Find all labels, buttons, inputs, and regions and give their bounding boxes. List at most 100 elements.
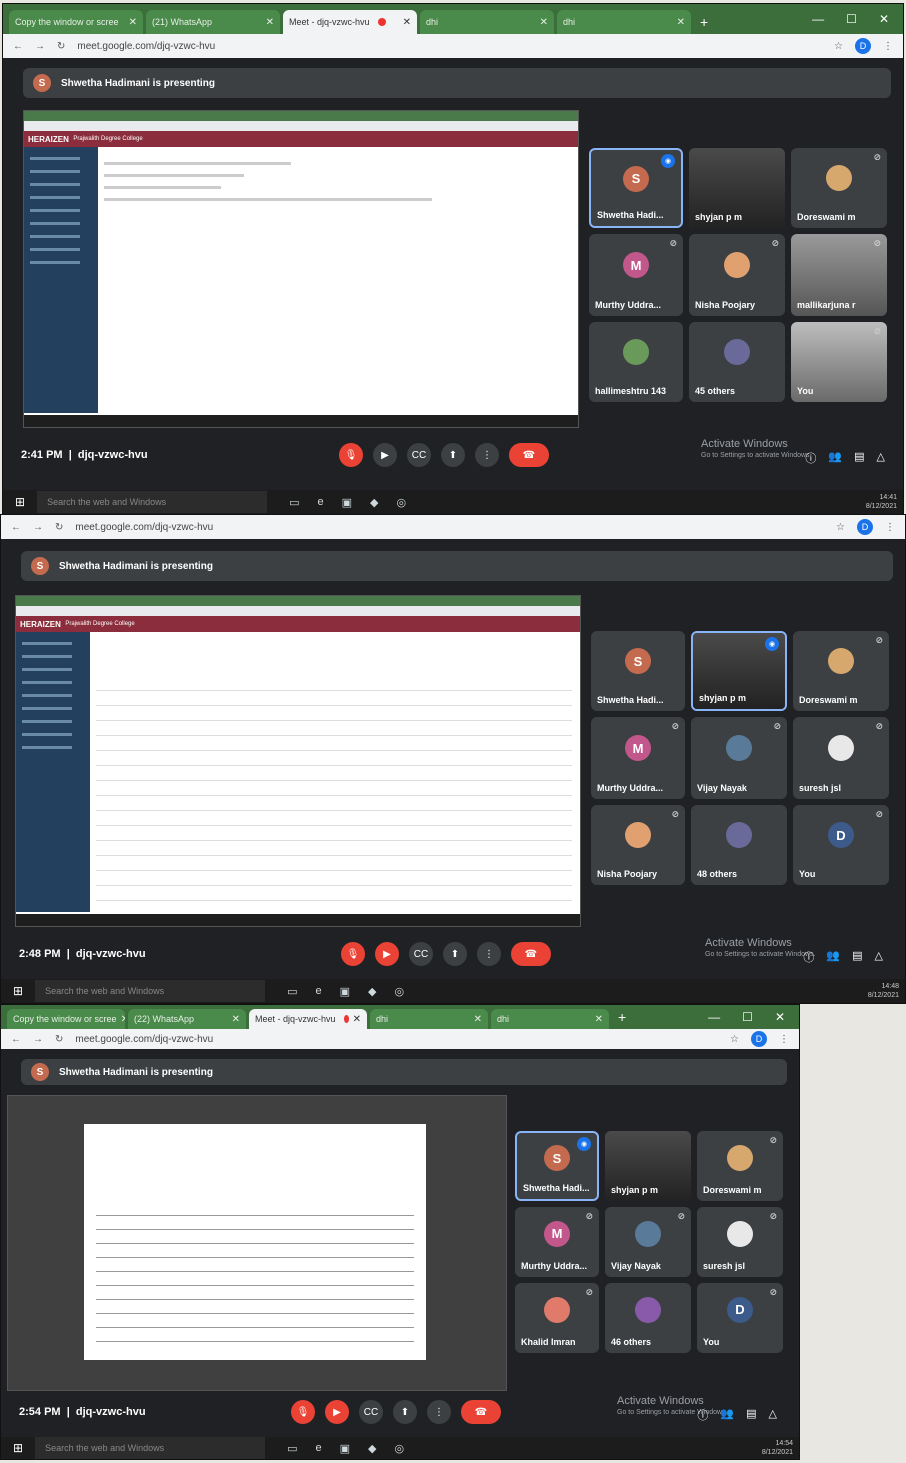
close-icon[interactable]: ✕ bbox=[129, 17, 137, 28]
back-icon[interactable]: ← bbox=[11, 1034, 21, 1045]
minimize-icon[interactable]: — bbox=[812, 12, 824, 26]
people-icon[interactable]: 👥 bbox=[826, 949, 840, 965]
close-icon[interactable]: ✕ bbox=[403, 17, 411, 28]
edge-icon[interactable]: e bbox=[315, 1442, 321, 1455]
chat-icon[interactable]: ▤ bbox=[852, 949, 862, 965]
minimize-icon[interactable]: — bbox=[708, 1010, 720, 1024]
store-icon[interactable]: ▣ bbox=[342, 496, 352, 509]
participant-tile[interactable]: ⊘ Nisha Poojary bbox=[689, 234, 785, 316]
participant-tile[interactable]: ⊘ You bbox=[791, 322, 887, 402]
browser-tab[interactable]: (21) WhatsApp ✕ bbox=[146, 10, 280, 34]
activities-icon[interactable]: △ bbox=[769, 1407, 777, 1423]
captions-button[interactable]: CC bbox=[409, 942, 433, 966]
star-icon[interactable]: ☆ bbox=[834, 41, 843, 52]
participant-tile[interactable]: hallimeshtru 143 bbox=[589, 322, 683, 402]
close-icon[interactable]: ✕ bbox=[595, 1014, 603, 1025]
menu-icon[interactable]: ⋮ bbox=[885, 522, 895, 533]
close-icon[interactable]: ✕ bbox=[353, 1014, 361, 1025]
windows-icon[interactable]: ⊞ bbox=[13, 984, 23, 998]
browser-tab-active[interactable]: Meet - djq-vzwc-hvu ✕ bbox=[249, 1009, 367, 1029]
profile-icon[interactable]: D bbox=[855, 38, 871, 54]
back-icon[interactable]: ← bbox=[11, 522, 21, 533]
participant-tile[interactable]: ⊘ Nisha Poojary bbox=[591, 805, 685, 885]
windows-icon[interactable]: ⊞ bbox=[13, 1441, 23, 1455]
edge-icon[interactable]: e bbox=[317, 496, 323, 509]
participant-tile[interactable]: ◉ shyjan p m bbox=[691, 631, 787, 711]
participant-tile[interactable]: S Shwetha Hadi... bbox=[591, 631, 685, 711]
info-icon[interactable]: ⓘ bbox=[803, 949, 814, 965]
present-button[interactable]: ⬆ bbox=[441, 443, 465, 467]
chrome-icon[interactable]: ◎ bbox=[394, 1442, 404, 1455]
info-icon[interactable]: ⓘ bbox=[697, 1407, 708, 1423]
browser-tab[interactable]: dhi ✕ bbox=[370, 1009, 488, 1029]
reload-icon[interactable]: ↻ bbox=[55, 522, 63, 533]
task-view-icon[interactable]: ▭ bbox=[289, 496, 299, 509]
chat-icon[interactable]: ▤ bbox=[854, 450, 864, 466]
new-tab-icon[interactable]: + bbox=[618, 1009, 626, 1025]
menu-icon[interactable]: ⋮ bbox=[779, 1034, 789, 1045]
taskbar-search[interactable]: Search the web and Windows bbox=[37, 491, 268, 513]
close-icon[interactable]: ✕ bbox=[266, 17, 274, 28]
participant-tile[interactable]: 45 others bbox=[689, 322, 785, 402]
taskbar-search[interactable]: Search the web and Windows bbox=[35, 1437, 266, 1459]
mic-button[interactable]: 🎙 bbox=[291, 1400, 315, 1424]
forward-icon[interactable]: → bbox=[33, 522, 43, 533]
end-call-button[interactable]: ☎ bbox=[511, 942, 551, 966]
profile-icon[interactable]: D bbox=[751, 1031, 767, 1047]
present-button[interactable]: ⬆ bbox=[443, 942, 467, 966]
participant-tile[interactable]: ⊘ mallikarjuna r bbox=[791, 234, 887, 316]
people-icon[interactable]: 👥 bbox=[828, 450, 842, 466]
profile-icon[interactable]: D bbox=[857, 519, 873, 535]
close-window-icon[interactable]: ✕ bbox=[775, 1010, 785, 1024]
chrome-icon[interactable]: ◎ bbox=[394, 985, 404, 998]
participant-tile[interactable]: S ◉ Shwetha Hadi... bbox=[515, 1131, 599, 1201]
browser-tab[interactable]: dhi ✕ bbox=[420, 10, 554, 34]
participant-tile[interactable]: D ⊘ You bbox=[697, 1283, 783, 1353]
maximize-icon[interactable]: ☐ bbox=[846, 12, 857, 26]
app-icon[interactable]: ◆ bbox=[368, 985, 376, 998]
store-icon[interactable]: ▣ bbox=[340, 985, 350, 998]
participant-tile[interactable]: M ⊘ Murthy Uddra... bbox=[515, 1207, 599, 1277]
captions-button[interactable]: CC bbox=[407, 443, 431, 467]
mic-button[interactable]: 🎙 bbox=[339, 443, 363, 467]
browser-tab[interactable]: dhi ✕ bbox=[491, 1009, 609, 1029]
participant-tile[interactable]: S ◉ Shwetha Hadi... bbox=[589, 148, 683, 228]
participant-tile[interactable]: ⊘ Khalid Imran bbox=[515, 1283, 599, 1353]
people-icon[interactable]: 👥 bbox=[720, 1407, 734, 1423]
present-button[interactable]: ⬆ bbox=[393, 1400, 417, 1424]
chrome-icon[interactable]: ◎ bbox=[396, 496, 406, 509]
taskbar-search[interactable]: Search the web and Windows bbox=[35, 980, 266, 1002]
browser-tab[interactable]: dhi ✕ bbox=[557, 10, 691, 34]
chat-icon[interactable]: ▤ bbox=[746, 1407, 756, 1423]
camera-off-button[interactable]: ▶ bbox=[325, 1400, 349, 1424]
star-icon[interactable]: ☆ bbox=[730, 1034, 739, 1045]
close-icon[interactable]: ✕ bbox=[677, 17, 685, 28]
close-icon[interactable]: ✕ bbox=[474, 1014, 482, 1025]
task-view-icon[interactable]: ▭ bbox=[287, 1442, 297, 1455]
participant-tile[interactable]: M ⊘ Murthy Uddra... bbox=[589, 234, 683, 316]
participant-tile[interactable]: M ⊘ Murthy Uddra... bbox=[591, 717, 685, 799]
menu-icon[interactable]: ⋮ bbox=[883, 41, 893, 52]
reload-icon[interactable]: ↻ bbox=[57, 41, 65, 52]
captions-button[interactable]: CC bbox=[359, 1400, 383, 1424]
browser-tab[interactable]: Copy the window or scree✕ bbox=[9, 10, 143, 34]
camera-off-button[interactable]: ▶ bbox=[375, 942, 399, 966]
participant-tile[interactable]: ⊘ Vijay Nayak bbox=[605, 1207, 691, 1277]
mic-button[interactable]: 🎙 bbox=[341, 942, 365, 966]
store-icon[interactable]: ▣ bbox=[340, 1442, 350, 1455]
url-field[interactable]: meet.google.com/djq-vzwc-hvu bbox=[75, 1034, 718, 1045]
participant-tile[interactable]: ⊘ Vijay Nayak bbox=[691, 717, 787, 799]
info-icon[interactable]: ⓘ bbox=[805, 450, 816, 466]
maximize-icon[interactable]: ☐ bbox=[742, 1010, 753, 1024]
app-icon[interactable]: ◆ bbox=[368, 1442, 376, 1455]
participant-tile[interactable]: ⊘ Doreswami m bbox=[793, 631, 889, 711]
more-options-button[interactable]: ⋮ bbox=[477, 942, 501, 966]
windows-icon[interactable]: ⊞ bbox=[15, 495, 25, 509]
url-field[interactable]: meet.google.com/djq-vzwc-hvu bbox=[75, 522, 824, 533]
app-icon[interactable]: ◆ bbox=[370, 496, 378, 509]
forward-icon[interactable]: → bbox=[33, 1034, 43, 1045]
participant-tile[interactable]: shyjan p m bbox=[605, 1131, 691, 1201]
new-tab-icon[interactable]: + bbox=[700, 14, 708, 30]
browser-tab-active[interactable]: Meet - djq-vzwc-hvu ✕ bbox=[283, 10, 417, 34]
task-view-icon[interactable]: ▭ bbox=[287, 985, 297, 998]
